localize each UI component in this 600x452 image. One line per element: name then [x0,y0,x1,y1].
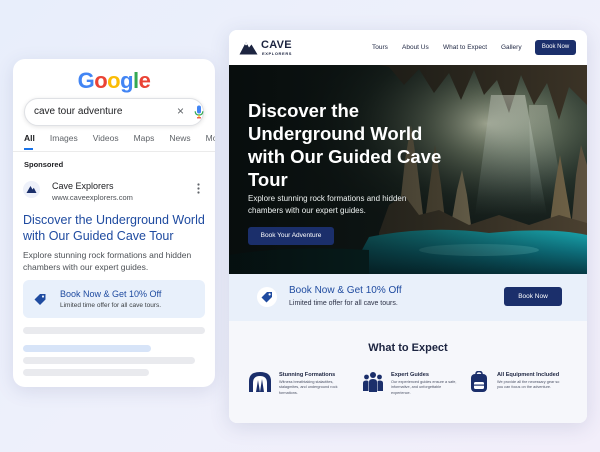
mountain-logo-icon [26,186,37,193]
nav-link-what-to-expect[interactable]: What to Expect [443,44,487,51]
logo-letter: e [138,68,151,93]
mountain-logo-icon [239,42,258,55]
tab-all[interactable]: All [24,133,35,147]
feature-description: Witness breathtaking stalactites, stalag… [279,380,338,395]
placeholder-line [23,369,149,376]
logo-letter: o [107,68,121,93]
nav-link-about-us[interactable]: About Us [402,44,429,51]
section-title: What to Expect [368,342,448,354]
search-input[interactable]: cave tour adventure × [24,98,204,126]
tab-news[interactable]: News [169,133,190,147]
landing-page-mockup: CAVE EXPLORERS Tours About Us What to Ex… [229,30,587,423]
hero-title: Discover the Underground World with Our … [248,100,442,190]
feature-title: Stunning Formations [279,372,336,378]
google-search-mockup: Google cave tour adventure × All Images … [13,59,215,387]
microphone-icon[interactable] [194,105,204,119]
brand-subtitle: EXPLORERS [262,51,293,56]
placeholder-line [23,345,151,352]
ad-headline-link[interactable]: Discover the Underground World with Our … [23,212,211,244]
logo-letter: G [77,68,95,93]
advertiser-url: www.caveexplorers.com [52,193,133,202]
tab-images[interactable]: Images [50,133,78,147]
offer-book-now-button[interactable]: Book Now [504,287,562,306]
tag-icon [34,294,46,305]
offer-title: Book Now & Get 10% Off [289,285,402,296]
feature-description: We provide all the necessary gear so you… [497,380,560,390]
promo-subtitle: Limited time offer for all cave tours. [60,302,162,309]
search-query-text[interactable]: cave tour adventure [34,106,122,117]
nav-link-tours[interactable]: Tours [372,44,388,51]
feature-description: Our experienced guides ensure a safe, in… [391,380,457,395]
tab-videos[interactable]: Videos [93,133,119,147]
tab-maps[interactable]: Maps [134,133,155,147]
book-adventure-button[interactable]: Book Your Adventure [248,227,334,245]
feature-title: Expert Guides [391,372,429,378]
cave-arch-icon [249,372,271,392]
active-tab-indicator [24,148,33,150]
site-navbar: CAVE EXPLORERS Tours About Us What to Ex… [229,30,587,65]
tag-icon [257,287,277,307]
backpack-icon [471,371,487,392]
feature-title: All Equipment Included [497,372,560,378]
ad-promo-extension[interactable]: Book Now & Get 10% Off Limited time offe… [23,280,205,318]
placeholder-line [23,357,195,364]
tab-more[interactable]: More [206,133,215,147]
nav-book-now-button[interactable]: Book Now [535,40,576,55]
promo-title[interactable]: Book Now & Get 10% Off [60,289,161,299]
hero-subtitle: Explore stunning rock formations and hid… [248,194,407,215]
kebab-dots-icon [197,183,200,194]
advertiser-favicon [23,181,40,198]
tabs-divider [13,151,215,152]
offer-subtitle: Limited time offer for all cave tours. [289,300,398,307]
logo-letter: o [94,68,108,93]
search-tabs: All Images Videos Maps News More [24,133,215,147]
placeholder-line [23,327,205,334]
logo-letter: g [120,68,134,93]
offer-banner: Book Now & Get 10% Off Limited time offe… [229,274,587,321]
sponsored-label: Sponsored [24,160,64,169]
nav-link-gallery[interactable]: Gallery [501,44,522,51]
close-icon[interactable]: × [177,104,184,118]
hero-section: Discover the Underground World with Our … [229,65,587,274]
ad-description: Explore stunning rock formations and hid… [23,250,192,272]
advertiser-name: Cave Explorers [52,181,114,191]
guides-group-icon [363,372,383,392]
google-logo: Google [13,68,215,94]
brand-name[interactable]: CAVE [261,39,292,51]
more-options-icon[interactable] [197,183,200,197]
what-to-expect-section: What to Expect Stunning Formations Witne… [229,321,587,423]
